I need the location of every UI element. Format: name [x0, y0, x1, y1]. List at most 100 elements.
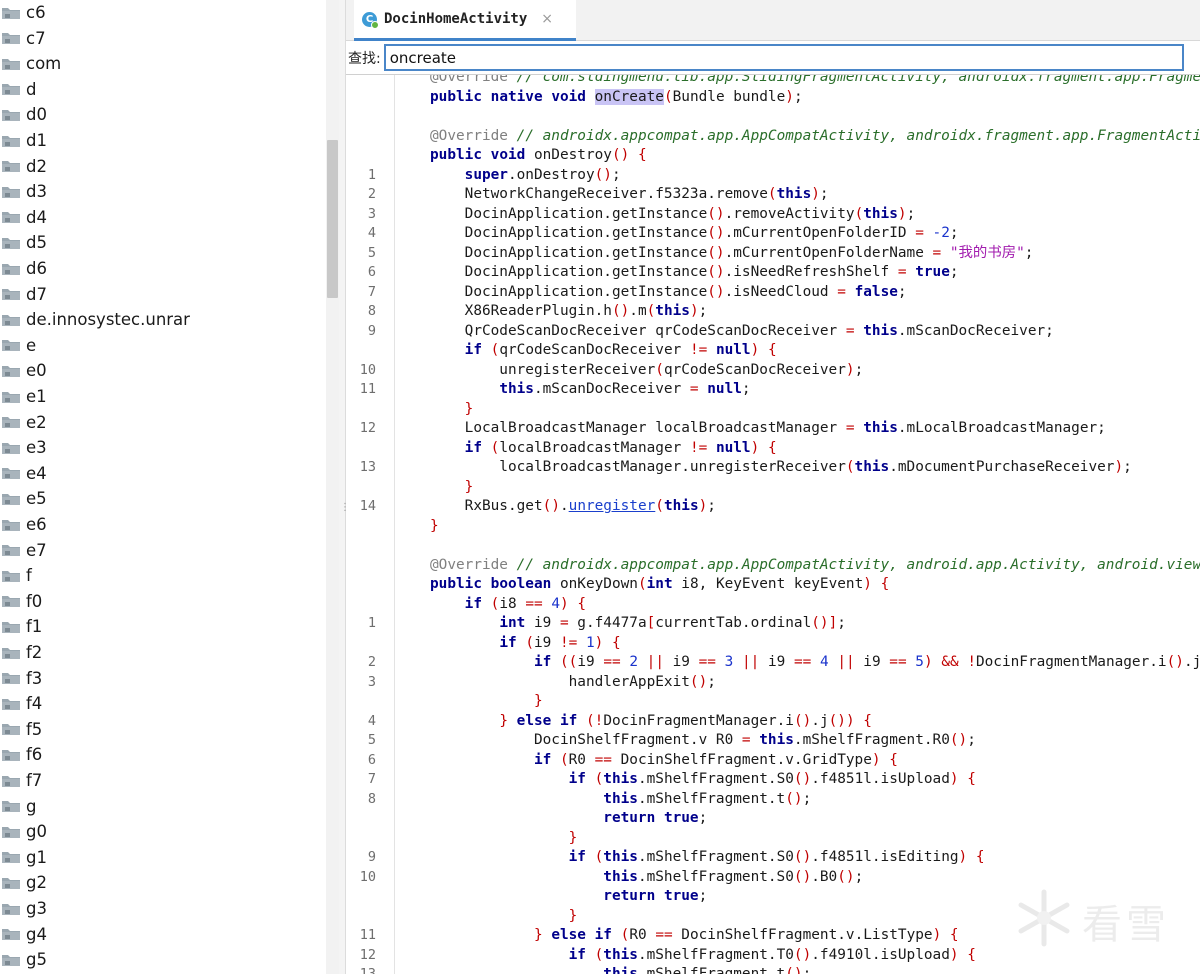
- tree-item[interactable]: e5: [0, 486, 47, 511]
- tree-item[interactable]: d5: [0, 230, 47, 255]
- code-line[interactable]: }: [346, 478, 1200, 498]
- code-line[interactable]: 1 super.onDestroy();: [346, 166, 1200, 186]
- code-line[interactable]: return true;: [346, 809, 1200, 829]
- code-line[interactable]: [346, 107, 1200, 127]
- close-icon[interactable]: ×: [541, 11, 553, 27]
- tree-item[interactable]: c7: [0, 26, 46, 51]
- code-line[interactable]: public boolean onKeyDown(int i8, KeyEven…: [346, 575, 1200, 595]
- tree-item[interactable]: d1: [0, 128, 47, 153]
- code-line[interactable]: 3 handlerAppExit();: [346, 673, 1200, 693]
- tree-item[interactable]: de.innosystec.unrar: [0, 307, 190, 332]
- code-line[interactable]: 11 this.mScanDocReceiver = null;: [346, 380, 1200, 400]
- code-line[interactable]: if (i8 == 4) {: [346, 595, 1200, 615]
- tree-item[interactable]: f5: [0, 717, 42, 742]
- code-line[interactable]: 12 LocalBroadcastManager localBroadcastM…: [346, 419, 1200, 439]
- code-line[interactable]: 5 DocinApplication.getInstance().mCurren…: [346, 244, 1200, 264]
- code-line[interactable]: 6 if (R0 == DocinShelfFragment.v.GridTyp…: [346, 751, 1200, 771]
- code-line[interactable]: 4 } else if (!DocinFragmentManager.i().j…: [346, 712, 1200, 732]
- tree-item[interactable]: d4: [0, 205, 47, 230]
- code-line[interactable]: }: [346, 517, 1200, 537]
- code-text: super.onDestroy();: [464, 166, 621, 183]
- tab-title: DocinHomeActivity: [384, 11, 528, 27]
- tree-item[interactable]: e: [0, 333, 36, 358]
- tree-item[interactable]: g5: [0, 947, 47, 972]
- code-line[interactable]: 10 this.mShelfFragment.S0().B0();: [346, 868, 1200, 888]
- code-line[interactable]: public native void onCreate(Bundle bundl…: [346, 88, 1200, 108]
- tree-item[interactable]: g0: [0, 819, 47, 844]
- tree-item[interactable]: c6: [0, 0, 46, 25]
- code-line[interactable]: 13 this.mShelfFragment.t();: [346, 965, 1200, 974]
- code-line[interactable]: 8 this.mShelfFragment.t();: [346, 790, 1200, 810]
- tree-item[interactable]: d7: [0, 282, 47, 307]
- code-line[interactable]: 13 localBroadcastManager.unregisterRecei…: [346, 458, 1200, 478]
- code-line[interactable]: 1 int i9 = g.f4477a[currentTab.ordinal()…: [346, 614, 1200, 634]
- code-line[interactable]: 7 DocinApplication.getInstance().isNeedC…: [346, 283, 1200, 303]
- package-tree: c6 c7 com d d0 d1 d2 d3 d4 d5 d6 d7 de.innosystec.un…: [0, 0, 341, 974]
- tree-item[interactable]: g3: [0, 896, 47, 921]
- code-text: if (i9 != 1) {: [499, 634, 621, 651]
- tree-item[interactable]: e7: [0, 538, 47, 563]
- code-line[interactable]: 9 QrCodeScanDocReceiver qrCodeScanDocRec…: [346, 322, 1200, 342]
- tree-item[interactable]: e3: [0, 435, 47, 460]
- code-line[interactable]: 2 NetworkChangeReceiver.f5323a.remove(th…: [346, 185, 1200, 205]
- tree-item[interactable]: f1: [0, 614, 42, 639]
- code-line[interactable]: @Override // com.sldingmenu.lib.app.Slid…: [346, 75, 1200, 88]
- tree-item[interactable]: f6: [0, 742, 42, 767]
- code-line[interactable]: 9 if (this.mShelfFragment.S0().f4851l.is…: [346, 848, 1200, 868]
- code-line[interactable]: 2 if ((i9 == 2 || i9 == 3 || i9 == 4 || …: [346, 653, 1200, 673]
- code-line[interactable]: 4 DocinApplication.getInstance().mCurren…: [346, 224, 1200, 244]
- tree-item[interactable]: d: [0, 77, 36, 102]
- tree-item[interactable]: f0: [0, 589, 42, 614]
- tree-item[interactable]: g1: [0, 845, 47, 870]
- tree-item[interactable]: f: [0, 563, 32, 588]
- tree-item-label: com: [26, 54, 62, 74]
- code-line[interactable]: [346, 536, 1200, 556]
- tree-item-label: c6: [26, 3, 46, 22]
- tree-item[interactable]: d2: [0, 154, 47, 179]
- code-line[interactable]: 10 unregisterReceiver(qrCodeScanDocRecei…: [346, 361, 1200, 381]
- code-line[interactable]: 5 DocinShelfFragment.v R0 = this.mShelfF…: [346, 731, 1200, 751]
- code-line[interactable]: }: [346, 400, 1200, 420]
- tree-item[interactable]: com: [0, 51, 61, 76]
- code-line[interactable]: if (qrCodeScanDocReceiver != null) {: [346, 341, 1200, 361]
- tree-item[interactable]: e2: [0, 410, 47, 435]
- code-editor[interactable]: @Override // com.sldingmenu.lib.app.Slid…: [346, 75, 1200, 974]
- code-line[interactable]: 7 if (this.mShelfFragment.S0().f4851l.is…: [346, 770, 1200, 790]
- tree-item[interactable]: f3: [0, 666, 42, 691]
- tree-item[interactable]: e6: [0, 512, 47, 537]
- code-line[interactable]: 3 DocinApplication.getInstance().removeA…: [346, 205, 1200, 225]
- tree-item[interactable]: f4: [0, 691, 42, 716]
- pane-splitter[interactable]: [339, 0, 346, 974]
- tree-item[interactable]: d6: [0, 256, 47, 281]
- code-line[interactable]: if (localBroadcastManager != null) {: [346, 439, 1200, 459]
- code-text: this.mScanDocReceiver = null;: [499, 381, 751, 397]
- code-line[interactable]: public void onDestroy() {: [346, 146, 1200, 166]
- tree-item[interactable]: f2: [0, 640, 42, 665]
- tab-docin-home-activity[interactable]: C DocinHomeActivity ×: [354, 0, 576, 41]
- tree-item[interactable]: d0: [0, 102, 47, 127]
- code-line[interactable]: }: [346, 829, 1200, 849]
- tree-scrollbar-thumb[interactable]: [327, 140, 338, 298]
- folder-icon: [1, 722, 21, 736]
- tree-item[interactable]: g2: [0, 870, 47, 895]
- code-text: return true;: [603, 810, 708, 826]
- code-line[interactable]: @Override // androidx.appcompat.app.AppC…: [346, 556, 1200, 576]
- tree-item[interactable]: g: [0, 794, 36, 819]
- code-line[interactable]: if (i9 != 1) {: [346, 634, 1200, 654]
- code-line[interactable]: 6 DocinApplication.getInstance().isNeedR…: [346, 263, 1200, 283]
- tree-item[interactable]: f7: [0, 768, 42, 793]
- find-input[interactable]: [383, 44, 1184, 71]
- tree-item[interactable]: d3: [0, 179, 47, 204]
- code-text: localBroadcastManager.unregisterReceiver…: [430, 459, 1132, 475]
- splitter-grip-icon[interactable]: ⋮: [340, 503, 350, 529]
- tree-item-label: e1: [26, 387, 47, 406]
- tree-item[interactable]: e0: [0, 358, 47, 383]
- code-line[interactable]: @Override // androidx.appcompat.app.AppC…: [346, 127, 1200, 147]
- tree-item[interactable]: e4: [0, 461, 47, 486]
- code-line[interactable]: }: [346, 692, 1200, 712]
- tree-item[interactable]: e1: [0, 384, 47, 409]
- code-line[interactable]: 14 RxBus.get().unregister(this);: [346, 497, 1200, 517]
- code-line[interactable]: 8 X86ReaderPlugin.h().m(this);: [346, 302, 1200, 322]
- tree-item[interactable]: g4: [0, 922, 47, 947]
- tree-item-label: d5: [26, 233, 47, 253]
